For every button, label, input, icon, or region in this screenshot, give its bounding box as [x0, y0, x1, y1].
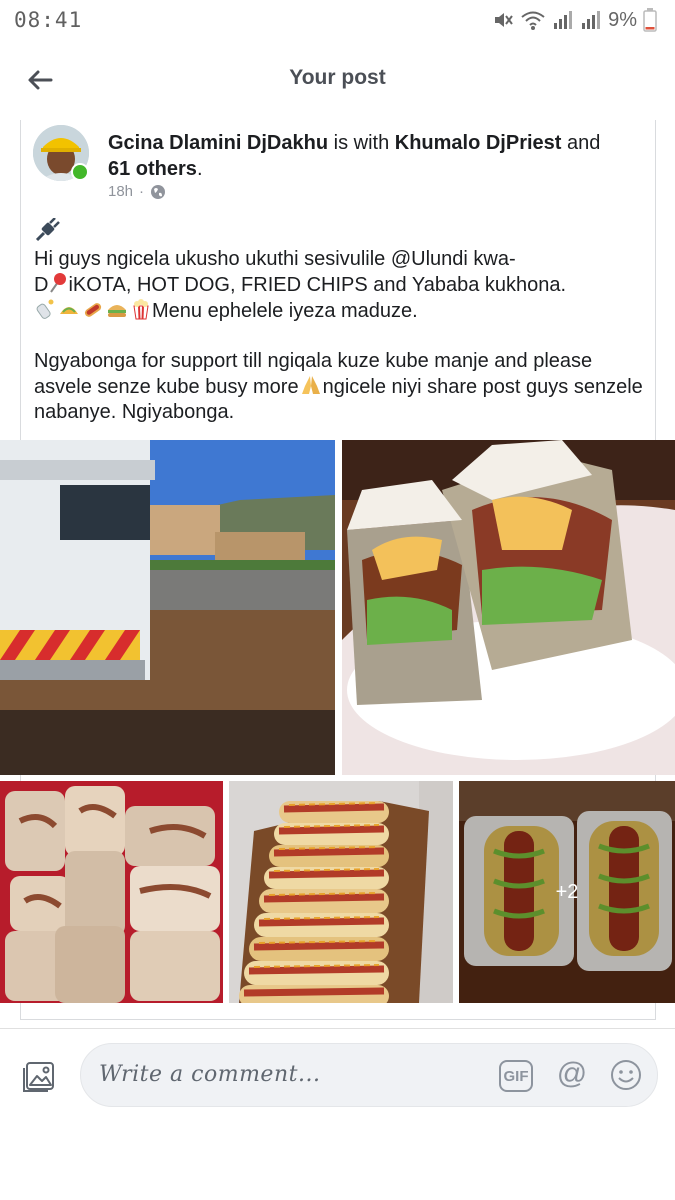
tagged-person[interactable]: Khumalo DjPriest: [395, 132, 562, 154]
and-text: and: [561, 132, 601, 154]
baby-bottle-icon: [36, 299, 54, 319]
post-text-line3: Menu ephelele iyeza maduze.: [152, 300, 418, 322]
post-author-line: Gcina Dlamini DjDakhu is with Khumalo Dj…: [108, 130, 648, 182]
sandwich-icon: [108, 305, 126, 317]
post-meta: 18h ·: [108, 183, 166, 200]
photo-icon: [23, 1062, 54, 1092]
wrapped-kotas-photo: [0, 781, 223, 1003]
post-photo-1[interactable]: [0, 440, 335, 775]
author-name[interactable]: Gcina Dlamini DjDakhu: [108, 132, 328, 154]
post-text: Hi guys ngicela ukusho ukuthi sesivulile…: [34, 217, 644, 425]
battery-icon: [643, 8, 657, 32]
post-text-line1: Hi guys ngicela ukusho ukuthi sesivulile…: [34, 248, 516, 270]
status-icons: 9%: [492, 8, 657, 32]
smiley-icon: [611, 1060, 641, 1090]
status-bar: 08:41 9%: [0, 0, 675, 40]
comment-input[interactable]: Write a comment... GIF @: [80, 1043, 658, 1107]
mute-icon: [495, 13, 513, 27]
emoji-button[interactable]: [609, 1058, 643, 1092]
meta-separator: ·: [139, 183, 145, 200]
popcorn-icon: [133, 299, 149, 320]
signal-icon-2: [582, 11, 601, 29]
kota-photo: [342, 440, 675, 775]
taco-icon: [60, 307, 78, 314]
food-truck-photo: [0, 440, 335, 775]
post-photo-5[interactable]: +2: [459, 781, 675, 1003]
post-text-line2-b: iKOTA, HOT DOG, FRIED CHIPS and Yababa k…: [68, 274, 567, 296]
more-photos-overlay[interactable]: +2: [459, 781, 675, 1003]
post-photo-2[interactable]: [342, 440, 675, 775]
food-emoji-row: [34, 298, 152, 320]
pin-icon: [50, 273, 67, 293]
globe-icon: [151, 184, 166, 199]
praying-hands-icon: [301, 376, 320, 394]
app-header: Your post: [0, 40, 675, 120]
post-photo-3[interactable]: [0, 781, 223, 1003]
battery-percent: 9%: [608, 8, 637, 31]
post-photo-4[interactable]: [229, 781, 453, 1003]
period: .: [196, 158, 203, 180]
page-title: Your post: [289, 66, 386, 89]
online-status-indicator: [71, 163, 89, 181]
add-photo-button[interactable]: [22, 1059, 56, 1093]
post-time[interactable]: 18h: [108, 183, 133, 200]
others-link[interactable]: 61 others: [108, 158, 197, 180]
comment-bar: Write a comment... GIF @: [0, 1028, 675, 1128]
signal-icon: [554, 11, 573, 29]
mention-button[interactable]: @: [555, 1058, 589, 1092]
hot-dogs-photo: [229, 781, 453, 1003]
hot-dog-icon: [84, 303, 102, 317]
wifi-icon: [521, 11, 545, 30]
comment-placeholder: Write a comment...: [99, 1062, 321, 1087]
gif-button[interactable]: GIF: [499, 1060, 533, 1092]
with-text: is with: [328, 132, 395, 154]
status-time: 08:41: [14, 8, 83, 32]
post-text-line2-a: D: [34, 274, 49, 296]
plug-icon: [35, 217, 60, 242]
